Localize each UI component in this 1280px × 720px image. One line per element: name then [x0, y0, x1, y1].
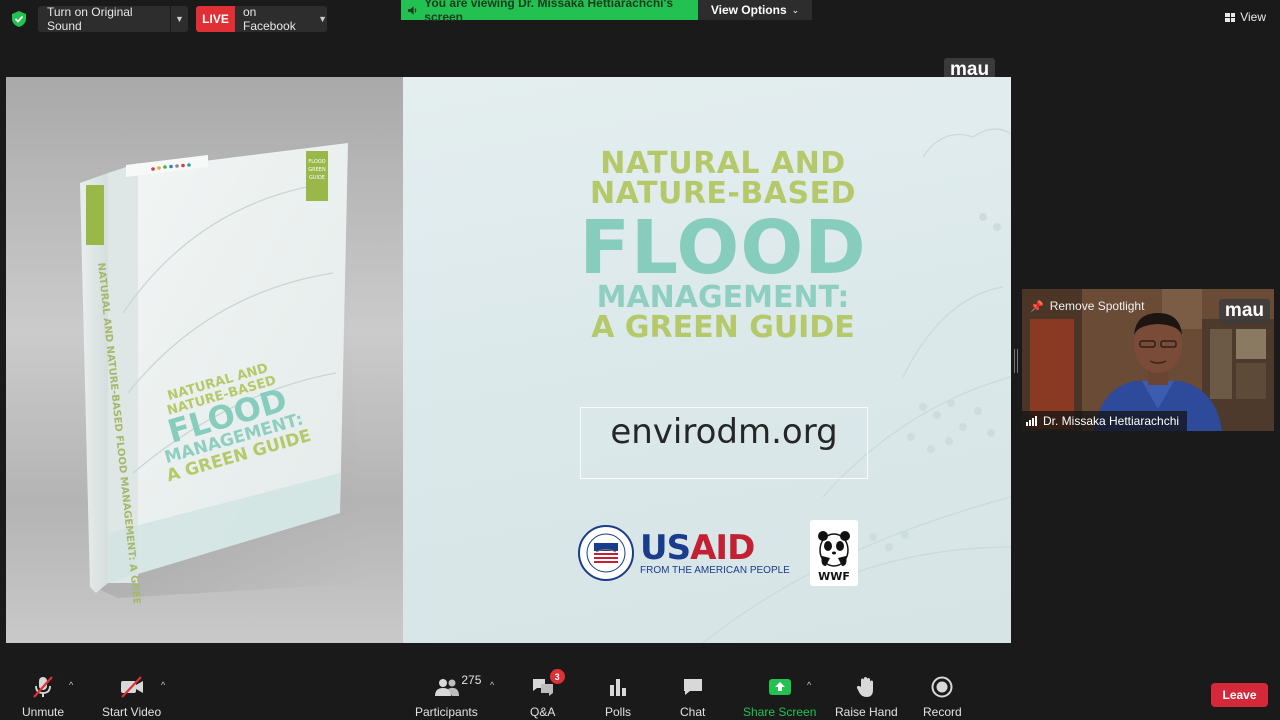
leave-button[interactable]: Leave: [1211, 683, 1268, 707]
raise-hand-icon: [857, 677, 874, 697]
meeting-toolbar: Unmute ^ Start Video ^ 275 Participants …: [0, 665, 1280, 720]
share-screen-button[interactable]: Share Screen: [743, 675, 816, 719]
video-camera-off-icon: [120, 676, 143, 698]
polls-label: Polls: [605, 705, 632, 719]
original-sound-button[interactable]: Turn on Original Sound ▼: [38, 5, 188, 33]
slide-url-box: envirodm.org: [580, 407, 868, 479]
top-bar: Turn on Original Sound ▼ LIVE on Faceboo…: [0, 0, 1280, 40]
chevron-down-icon: ▼: [318, 14, 327, 24]
record-icon: [931, 676, 953, 698]
raise-hand-label: Raise Hand: [835, 705, 898, 719]
wwf-label: WWF: [818, 570, 850, 583]
slide-book-panel: FLOOD GREEN GUIDE NATURAL AND NATURE-BAS…: [6, 77, 403, 643]
viewing-screen-banner: You are viewing Dr. Missaka Hettiarachch…: [401, 0, 698, 24]
usaid-us: US: [640, 527, 691, 568]
chat-label: Chat: [680, 705, 706, 719]
speaker-video-thumbnail[interactable]: 📌 Remove Spotlight mau Dr. Missaka Hetti…: [1022, 289, 1274, 431]
shield-check-icon[interactable]: [10, 10, 28, 28]
speaker-name-tag: Dr. Missaka Hettiarachchi: [1022, 411, 1188, 431]
wwf-panda-logo: WWF: [810, 520, 858, 586]
grid-view-icon: [1225, 12, 1236, 22]
participants-count: 275: [461, 673, 482, 687]
usaid-tagline: FROM THE AMERICAN PEOPLE: [640, 564, 790, 576]
microphone-muted-icon: [33, 676, 53, 698]
pin-icon: 📌: [1030, 300, 1044, 313]
svg-text:GREEN: GREEN: [308, 167, 326, 173]
participants-icon: [435, 679, 460, 696]
slide-title-line5: A GREEN GUIDE: [591, 310, 855, 345]
speaker-name: Dr. Missaka Hettiarachchi: [1043, 414, 1180, 428]
participants-label: Participants: [415, 705, 478, 719]
chat-button[interactable]: Chat: [680, 675, 705, 719]
slide-title-panel: NATURAL AND NATURE-BASED FLOOD MANAGEMEN…: [403, 77, 1011, 643]
video-options-chevron-icon[interactable]: ^: [161, 680, 165, 690]
live-destination-label: on Facebook: [243, 5, 296, 33]
book-image: FLOOD GREEN GUIDE NATURAL AND NATURE-BAS…: [80, 143, 368, 603]
usaid-seal-icon: [578, 525, 634, 581]
panel-drag-handle[interactable]: [1014, 349, 1018, 373]
usaid-aid: AID: [690, 527, 755, 568]
usaid-logo: USAID FROM THE AMERICAN PEOPLE: [578, 525, 790, 581]
raise-hand-button[interactable]: Raise Hand: [835, 675, 898, 719]
qa-label: Q&A: [530, 705, 556, 719]
share-screen-label: Share Screen: [743, 705, 817, 719]
live-badge: LIVE: [196, 6, 235, 32]
svg-text:GUIDE: GUIDE: [309, 175, 325, 181]
slide-url: envirodm.org: [610, 412, 838, 452]
speaker-watermark: mau: [1218, 299, 1270, 323]
share-screen-icon: [768, 679, 791, 695]
share-options-chevron-icon[interactable]: ^: [807, 680, 811, 690]
polls-button[interactable]: Polls: [605, 675, 631, 719]
participants-button[interactable]: 275 Participants: [415, 673, 482, 719]
chat-icon: [683, 679, 702, 695]
view-options-button[interactable]: View Options ⌄: [698, 0, 812, 20]
view-layout-button[interactable]: View: [1225, 10, 1266, 24]
record-button[interactable]: Record: [923, 675, 962, 719]
speaker-icon: [407, 5, 417, 15]
chevron-down-icon: ⌄: [791, 4, 800, 15]
slide-title-line4: MANAGEMENT:: [596, 280, 850, 315]
unmute-button[interactable]: Unmute: [22, 675, 64, 719]
original-sound-dropdown-icon[interactable]: ▼: [170, 6, 188, 32]
start-video-button[interactable]: Start Video: [102, 675, 161, 719]
viewing-banner-text: You are viewing Dr. Missaka Hettiarachch…: [424, 0, 674, 24]
slide-title-line3: FLOOD: [579, 205, 867, 291]
shared-screen[interactable]: FLOOD GREEN GUIDE NATURAL AND NATURE-BAS…: [6, 77, 1011, 643]
slide-title-line1: NATURAL AND: [600, 146, 846, 181]
remove-spotlight-label: Remove Spotlight: [1049, 299, 1145, 313]
remove-spotlight-button[interactable]: 📌 Remove Spotlight: [1030, 299, 1144, 313]
polls-icon: [610, 679, 626, 696]
slide-title: NATURAL AND NATURE-BASED FLOOD MANAGEMEN…: [563, 149, 883, 343]
qa-badge: 3: [549, 669, 565, 684]
qa-button[interactable]: 3 Q&A: [530, 669, 565, 719]
book-tab-text: FLOOD: [308, 159, 325, 165]
participants-options-chevron-icon[interactable]: ^: [490, 680, 494, 690]
record-label: Record: [923, 705, 962, 719]
live-destination-button[interactable]: on Facebook ▼: [235, 5, 327, 33]
audio-options-chevron-icon[interactable]: ^: [69, 680, 73, 690]
view-options-label: View Options: [710, 3, 787, 17]
signal-strength-icon: [1026, 416, 1037, 426]
view-label: View: [1240, 10, 1266, 24]
start-video-label: Start Video: [102, 705, 162, 719]
live-stream-control[interactable]: LIVE on Facebook ▼: [196, 5, 327, 33]
unmute-label: Unmute: [22, 705, 65, 719]
original-sound-label: Turn on Original Sound: [47, 5, 133, 33]
